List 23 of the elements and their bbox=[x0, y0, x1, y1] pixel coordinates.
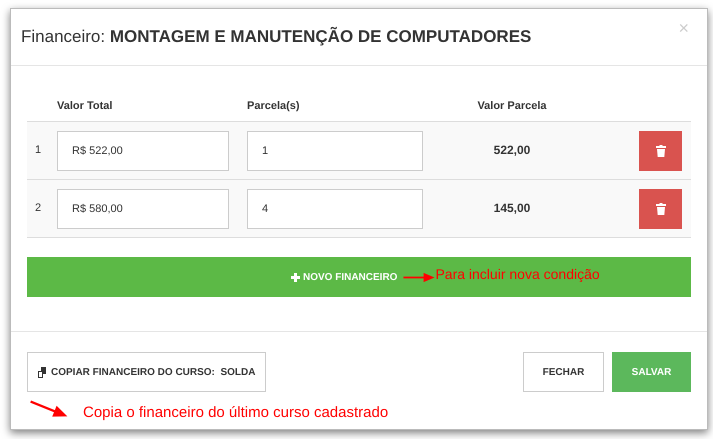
trash-icon bbox=[656, 202, 666, 214]
column-header: Parcela(s) bbox=[247, 99, 301, 114]
annotation-text: Copia o financeiro do último curso cadastrado bbox=[83, 403, 388, 423]
column-header: Valor Parcela bbox=[476, 99, 548, 114]
delete-button[interactable] bbox=[639, 188, 682, 228]
installment-value: 145,00 bbox=[494, 201, 530, 216]
input-field[interactable]: 1 bbox=[247, 130, 423, 170]
arrow-icon bbox=[403, 272, 436, 282]
close-button[interactable]: FECHAR bbox=[523, 352, 604, 392]
row-number: 2 bbox=[34, 201, 42, 216]
delete-button[interactable] bbox=[639, 130, 682, 170]
input-field[interactable]: R$ 522,00 bbox=[57, 130, 229, 170]
input-field[interactable]: 4 bbox=[247, 188, 423, 228]
annotation-text: Para incluir nova condição bbox=[435, 264, 600, 284]
modal-title: Financeiro: MONTAGEM E MANUTENÇÃO DE COMPUTADORES bbox=[21, 26, 532, 48]
copy-financing-button[interactable]: COPIAR FINANCEIRO DO CURSO: SOLDA bbox=[27, 352, 266, 392]
row-number: 1 bbox=[34, 143, 42, 158]
plus-icon bbox=[291, 272, 300, 282]
input-field[interactable]: R$ 580,00 bbox=[57, 188, 229, 228]
installment-value: 522,00 bbox=[494, 143, 530, 158]
copy-icon bbox=[38, 366, 48, 378]
trash-icon bbox=[656, 144, 666, 156]
column-header: Valor Total bbox=[57, 99, 114, 114]
